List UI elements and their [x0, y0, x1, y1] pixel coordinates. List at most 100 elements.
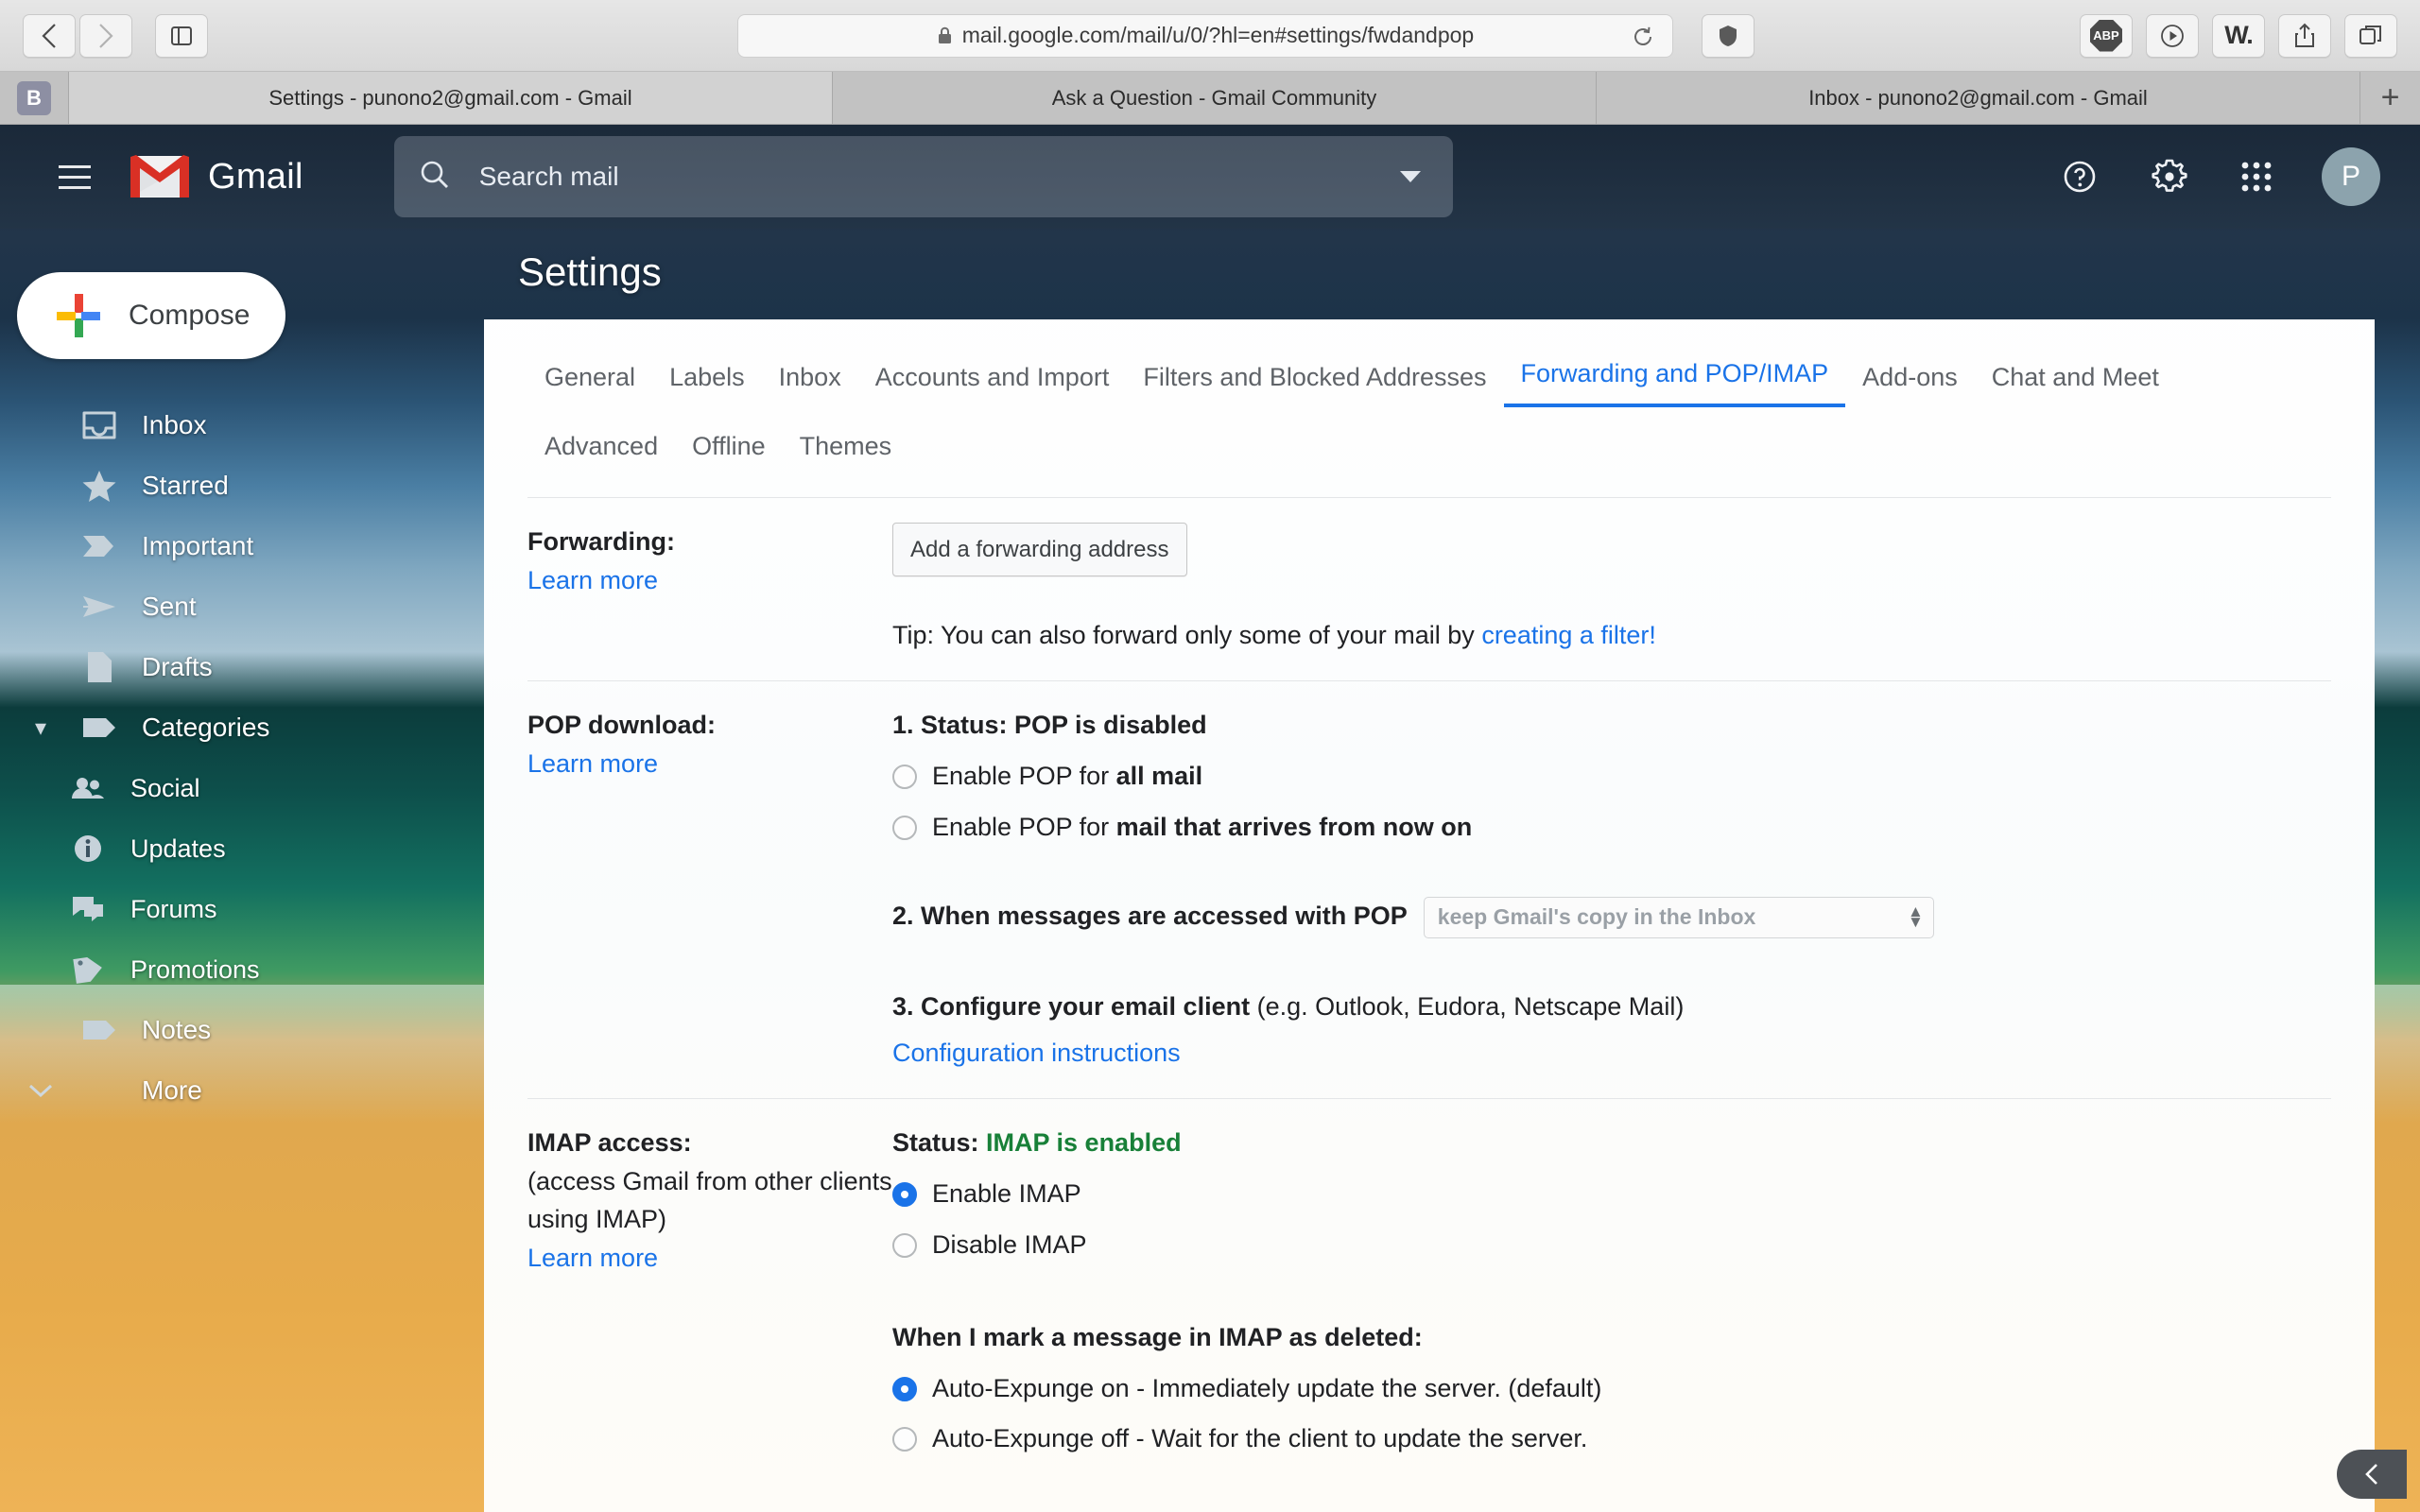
info-circle-icon: [66, 833, 110, 864]
tab-themes[interactable]: Themes: [783, 421, 909, 476]
adblock-plus-icon: ABP: [2090, 19, 2122, 52]
pop-learn-more-link[interactable]: Learn more: [527, 749, 658, 778]
tab-general[interactable]: General: [527, 352, 652, 407]
sidebar-label: Sent: [142, 592, 197, 621]
tab-offline[interactable]: Offline: [675, 421, 783, 476]
pop-all-prefix: Enable POP for: [932, 761, 1116, 790]
tab-accounts-and-import[interactable]: Accounts and Import: [858, 352, 1127, 407]
play-circle-icon: [2161, 24, 2184, 47]
sidebar-item-starred[interactable]: Starred: [0, 455, 484, 516]
imap-disable-option[interactable]: Disable IMAP: [892, 1226, 2331, 1265]
sidebar-item-important[interactable]: Important: [0, 516, 484, 576]
sidebar-item-updates[interactable]: Updates: [0, 818, 484, 879]
browser-tab-title: Settings - punono2@gmail.com - Gmail: [268, 85, 632, 110]
gmail-logo[interactable]: Gmail: [130, 155, 303, 198]
chevron-right-icon: [99, 23, 113, 48]
imap-access-section: IMAP access: (access Gmail from other cl…: [527, 1098, 2331, 1512]
address-bar[interactable]: mail.google.com/mail/u/0/?hl=en#settings…: [737, 13, 1673, 58]
extensions-toolbar: ABP W.: [2080, 13, 2397, 58]
avatar[interactable]: P: [2322, 147, 2380, 206]
price-tag-icon: [66, 954, 110, 985]
settings-tabs: General Labels Inbox Accounts and Import…: [527, 319, 2331, 476]
pop-content: 1. Status: POP is disabled Enable POP fo…: [892, 706, 2331, 1074]
chevron-left-icon: [42, 23, 56, 48]
back-button[interactable]: [23, 13, 76, 58]
auto-expunge-off-option[interactable]: Auto-Expunge off - Wait for the client t…: [892, 1419, 2331, 1459]
reload-icon: [1634, 26, 1651, 45]
browser-tab-title: Inbox - punono2@gmail.com - Gmail: [1808, 85, 2148, 110]
tab-filters-and-blocked-addresses[interactable]: Filters and Blocked Addresses: [1126, 352, 1503, 407]
pop-enable-from-now-option[interactable]: Enable POP for mail that arrives from no…: [892, 808, 2331, 848]
browser-tab-settings[interactable]: Settings - punono2@gmail.com - Gmail: [68, 72, 832, 124]
chevron-down-icon[interactable]: [25, 1082, 57, 1099]
add-forwarding-address-button[interactable]: Add a forwarding address: [892, 523, 1187, 577]
imap-learn-more-link[interactable]: Learn more: [527, 1244, 658, 1272]
forwarding-tip: Tip: You can also forward only some of y…: [892, 616, 2331, 656]
share-button[interactable]: [2278, 13, 2331, 58]
status-badge: IMAP is enabled: [986, 1128, 1182, 1158]
shield-privacy-button[interactable]: [1702, 13, 1754, 58]
auto-expunge-on-option[interactable]: Auto-Expunge on - Immediately update the…: [892, 1369, 2331, 1409]
tab-inbox[interactable]: Inbox: [762, 352, 858, 407]
tab-overview-button[interactable]: [2344, 13, 2397, 58]
sidebar-item-forums[interactable]: Forums: [0, 879, 484, 939]
sidebar-item-notes[interactable]: Notes: [0, 1000, 484, 1060]
radio-button[interactable]: [892, 815, 917, 840]
imap-label: IMAP access:: [527, 1128, 692, 1158]
sent-paperplane-icon: [78, 594, 121, 619]
adblock-plus-button[interactable]: ABP: [2080, 13, 2133, 58]
browser-toolbar: mail.google.com/mail/u/0/?hl=en#settings…: [0, 0, 2420, 72]
settings-gear-icon[interactable]: [2148, 155, 2191, 198]
compose-button[interactable]: Compose: [17, 272, 285, 359]
browser-tab-community[interactable]: Ask a Question - Gmail Community: [832, 72, 1596, 124]
forward-button[interactable]: [79, 13, 132, 58]
chevron-down-icon[interactable]: ▾: [25, 714, 57, 742]
sidebar-label: Forums: [130, 894, 217, 923]
pop-enable-all-mail-option[interactable]: Enable POP for all mail: [892, 757, 2331, 797]
drafts-page-icon: [78, 650, 121, 684]
radio-button[interactable]: [892, 1376, 917, 1401]
search-input[interactable]: Search mail: [479, 162, 619, 192]
inbox-icon: [78, 410, 121, 440]
tab-add-ons[interactable]: Add-ons: [1845, 352, 1975, 407]
tab-advanced[interactable]: Advanced: [527, 421, 675, 476]
radio-button[interactable]: [892, 764, 917, 789]
sidebar-label: Categories: [142, 713, 270, 742]
gmail-body: Compose Inbox Starred Important Sent Dra…: [0, 229, 2420, 1512]
sidebar-item-inbox[interactable]: Inbox: [0, 395, 484, 455]
sidebar-nav-list: Inbox Starred Important Sent Drafts ▾ Ca…: [0, 395, 484, 1121]
apps-grid-icon[interactable]: [2238, 159, 2274, 195]
browser-tab-inbox[interactable]: Inbox - punono2@gmail.com - Gmail: [1596, 72, 2360, 124]
chevron-down-icon[interactable]: [1399, 171, 1421, 182]
radio-button[interactable]: [892, 1232, 917, 1258]
hamburger-icon[interactable]: [40, 142, 110, 212]
forwarding-learn-more-link[interactable]: Learn more: [527, 566, 658, 594]
forwarding-tip-text: Tip: You can also forward only some of y…: [892, 621, 1482, 650]
configuration-instructions-link[interactable]: Configuration instructions: [892, 1039, 1181, 1067]
sidebar-toggle-button[interactable]: [155, 13, 208, 58]
radio-button[interactable]: [892, 1182, 917, 1208]
imap-enable-option[interactable]: Enable IMAP: [892, 1175, 2331, 1214]
chat-expand-button[interactable]: [2337, 1450, 2407, 1499]
profile-badge-button[interactable]: B: [0, 72, 68, 124]
search-mail-box[interactable]: Search mail: [393, 136, 1453, 217]
new-tab-button[interactable]: +: [2360, 72, 2420, 124]
tab-labels[interactable]: Labels: [652, 352, 762, 407]
tab-chat-and-meet[interactable]: Chat and Meet: [1975, 352, 2176, 407]
reload-button[interactable]: [1631, 25, 1655, 49]
wikiwand-button[interactable]: W.: [2212, 13, 2265, 58]
sidebar-item-drafts[interactable]: Drafts: [0, 637, 484, 697]
sidebar-item-more[interactable]: More: [0, 1060, 484, 1121]
tab-forwarding-and-pop-imap[interactable]: Forwarding and POP/IMAP: [1503, 348, 1846, 407]
sidebar-item-social[interactable]: Social: [0, 758, 484, 818]
help-icon[interactable]: [2059, 156, 2100, 198]
sidebar-item-promotions[interactable]: Promotions: [0, 939, 484, 1000]
sidebar-item-categories[interactable]: ▾ Categories: [0, 697, 484, 758]
sidebar-label: Important: [142, 531, 254, 560]
sidebar-item-sent[interactable]: Sent: [0, 576, 484, 637]
pop-step-2: 2. When messages are accessed with POP k…: [892, 896, 2331, 938]
media-play-button[interactable]: [2146, 13, 2199, 58]
creating-a-filter-link[interactable]: creating a filter!: [1481, 621, 1656, 649]
radio-button[interactable]: [892, 1427, 917, 1452]
pop-access-action-select[interactable]: keep Gmail's copy in the Inbox ▲ ▼: [1423, 896, 1934, 938]
